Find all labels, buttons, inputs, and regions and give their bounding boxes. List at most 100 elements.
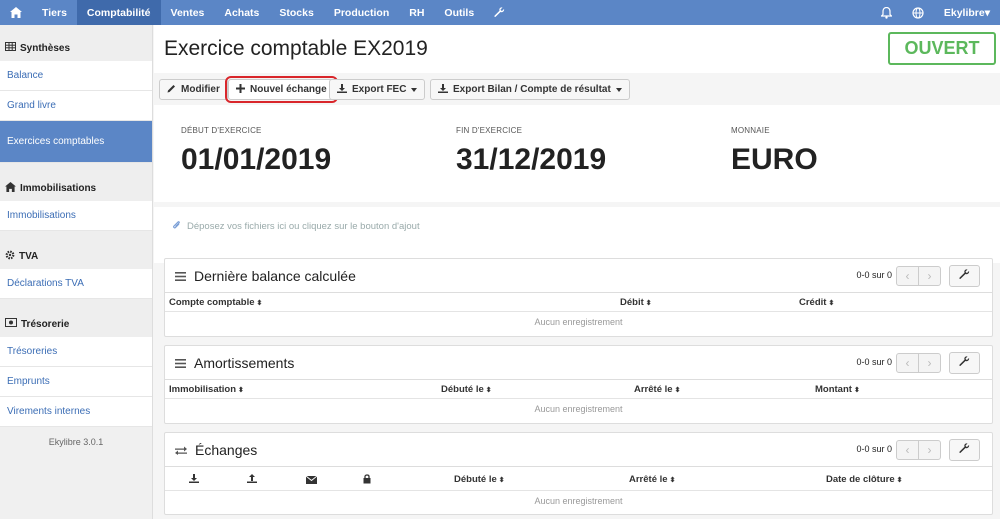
- nav-stocks[interactable]: Stocks: [269, 0, 323, 25]
- settings-button[interactable]: [949, 265, 980, 287]
- next-page-button[interactable]: ›: [918, 266, 941, 286]
- currency-label: MONNAIE: [731, 126, 770, 135]
- table-header-row: Compte comptable ⬍ Débit ⬍ Crédit ⬍: [165, 293, 992, 312]
- sidebar-item-virements-internes[interactable]: Virements internes: [0, 397, 152, 427]
- envelope-icon[interactable]: [305, 475, 318, 487]
- sidebar-item-balance[interactable]: Balance: [0, 61, 152, 91]
- column-debute-le[interactable]: Débuté le ⬍: [454, 474, 505, 485]
- previous-page-button[interactable]: ‹: [896, 353, 919, 373]
- start-date-label: DÉBUT D'EXERCICE: [181, 126, 262, 135]
- sidebar-item-tresoreries[interactable]: Trésoreries: [0, 337, 152, 367]
- chevron-left-icon: ‹: [905, 269, 910, 283]
- next-page-button[interactable]: ›: [918, 440, 941, 460]
- column-label: Débit: [620, 297, 644, 308]
- wrench-icon[interactable]: [484, 0, 515, 25]
- wrench-icon: [959, 443, 970, 457]
- sidebar-item-grand-livre[interactable]: Grand livre: [0, 91, 152, 121]
- column-credit[interactable]: Crédit ⬍: [799, 297, 834, 308]
- column-immobilisation[interactable]: Immobilisation ⬍: [169, 384, 244, 395]
- start-date-block: DÉBUT D'EXERCICE 01/01/2019: [181, 126, 331, 177]
- panel-title-label: Échanges: [195, 442, 258, 458]
- column-debit[interactable]: Débit ⬍: [620, 297, 652, 308]
- panel-title: Amortissements: [175, 355, 294, 371]
- settings-button[interactable]: [949, 439, 980, 461]
- sidebar-item-emprunts[interactable]: Emprunts: [0, 367, 152, 397]
- sidebar-section-immobilisations: Immobilisations: [0, 175, 152, 201]
- table-header-row: Immobilisation ⬍ Débuté le ⬍ Arrêté le ⬍ Mo…: [165, 380, 992, 399]
- export-fec-label: Export FEC: [352, 84, 407, 95]
- exercise-info: DÉBUT D'EXERCICE 01/01/2019 FIN D'EXERCI…: [154, 105, 1000, 202]
- sort-icon: ⬍: [674, 387, 681, 394]
- download-icon[interactable]: [189, 474, 199, 486]
- nav-outils[interactable]: Outils: [434, 0, 484, 25]
- column-arrete-le[interactable]: Arrêté le ⬍: [634, 384, 680, 395]
- home-icon[interactable]: [0, 0, 32, 25]
- wrench-icon: [959, 356, 970, 370]
- previous-page-button[interactable]: ‹: [896, 440, 919, 460]
- column-label: Date de clôture: [826, 474, 895, 485]
- column-label: Arrêté le: [629, 474, 668, 485]
- column-label: Immobilisation: [169, 384, 237, 395]
- panel-header: Amortissements 0-0 sur 0 ‹ ›: [165, 346, 992, 380]
- panel-title-label: Dernière balance calculée: [194, 268, 356, 284]
- nav-ventes[interactable]: Ventes: [161, 0, 215, 25]
- bell-icon[interactable]: [871, 0, 902, 25]
- sidebar-section-label: Synthèses: [20, 42, 71, 54]
- next-page-button[interactable]: ›: [918, 353, 941, 373]
- chevron-right-icon: ›: [927, 356, 932, 370]
- page-header: Exercice comptable EX2019 OUVERT: [154, 25, 1000, 73]
- column-arrete-le[interactable]: Arrêté le ⬍: [629, 474, 675, 485]
- pagination-info: 0-0 sur 0: [856, 357, 892, 367]
- start-date-value: 01/01/2019: [181, 143, 332, 176]
- end-date-label: FIN D'EXERCICE: [456, 126, 523, 135]
- previous-page-button[interactable]: ‹: [896, 266, 919, 286]
- sidebar-item-immobilisations[interactable]: Immobilisations: [0, 201, 152, 231]
- table-header-row: Débuté le ⬍ Arrêté le ⬍ Date de clôture ⬍: [165, 467, 992, 491]
- upload-icon[interactable]: [247, 474, 257, 486]
- globe-icon[interactable]: [902, 0, 934, 25]
- sidebar-section-tresorerie: Trésorerie: [0, 311, 152, 337]
- nav-comptabilite[interactable]: Comptabilité: [76, 0, 161, 25]
- page-title: Exercice comptable EX2019: [164, 37, 428, 60]
- pencil-icon: [167, 84, 176, 96]
- file-dropzone[interactable]: Déposez vos fichiers ici ou cliquez sur …: [154, 207, 1000, 263]
- chevron-right-icon: ›: [927, 443, 932, 457]
- column-montant[interactable]: Montant ⬍: [815, 384, 860, 395]
- sidebar-spacer: [0, 299, 152, 311]
- sort-icon: ⬍: [828, 300, 835, 307]
- sidebar-section-tva: TVA: [0, 243, 152, 269]
- column-compte-comptable[interactable]: Compte comptable ⬍: [169, 297, 262, 308]
- exchange-icon: [175, 442, 187, 458]
- nav-tiers[interactable]: Tiers: [32, 0, 77, 25]
- sort-icon: ⬍: [896, 477, 903, 484]
- empty-message: Aucun enregistrement: [534, 317, 623, 327]
- sort-icon: ⬍: [485, 387, 492, 394]
- end-date-value: 31/12/2019: [456, 143, 607, 176]
- status-badge: OUVERT: [888, 32, 996, 65]
- modify-button[interactable]: Modifier: [159, 79, 228, 100]
- settings-button[interactable]: [949, 352, 980, 374]
- empty-message: Aucun enregistrement: [534, 496, 623, 506]
- sidebar-section-label: Trésorerie: [21, 318, 70, 330]
- sidebar-item-exercices-comptables[interactable]: Exercices comptables: [0, 121, 152, 163]
- export-bilan-button[interactable]: Export Bilan / Compte de résultat: [430, 79, 630, 100]
- nav-rh[interactable]: RH: [399, 0, 434, 25]
- user-menu[interactable]: Ekylibre▾: [934, 0, 1000, 25]
- sidebar-item-declarations-tva[interactable]: Déclarations TVA: [0, 269, 152, 299]
- nav-achats[interactable]: Achats: [214, 0, 269, 25]
- sort-icon: ⬍: [238, 387, 244, 394]
- wrench-icon: [959, 269, 970, 283]
- nav-production[interactable]: Production: [324, 0, 399, 25]
- export-bilan-label: Export Bilan / Compte de résultat: [453, 84, 611, 95]
- export-fec-button[interactable]: Export FEC: [329, 79, 426, 100]
- sidebar-spacer: [0, 231, 152, 243]
- column-debute-le[interactable]: Débuté le ⬍: [441, 384, 492, 395]
- dropzone-hint: Déposez vos fichiers ici ou cliquez sur …: [172, 220, 420, 233]
- column-label: Montant: [815, 384, 852, 395]
- column-date-de-cloture[interactable]: Date de clôture ⬍: [826, 474, 903, 485]
- dropzone-text: Déposez vos fichiers ici ou cliquez sur …: [187, 221, 420, 232]
- download-icon: [337, 83, 347, 96]
- new-exchange-button[interactable]: Nouvel échange: [225, 76, 338, 103]
- lock-icon[interactable]: [363, 474, 371, 487]
- sort-icon: ⬍: [498, 477, 505, 484]
